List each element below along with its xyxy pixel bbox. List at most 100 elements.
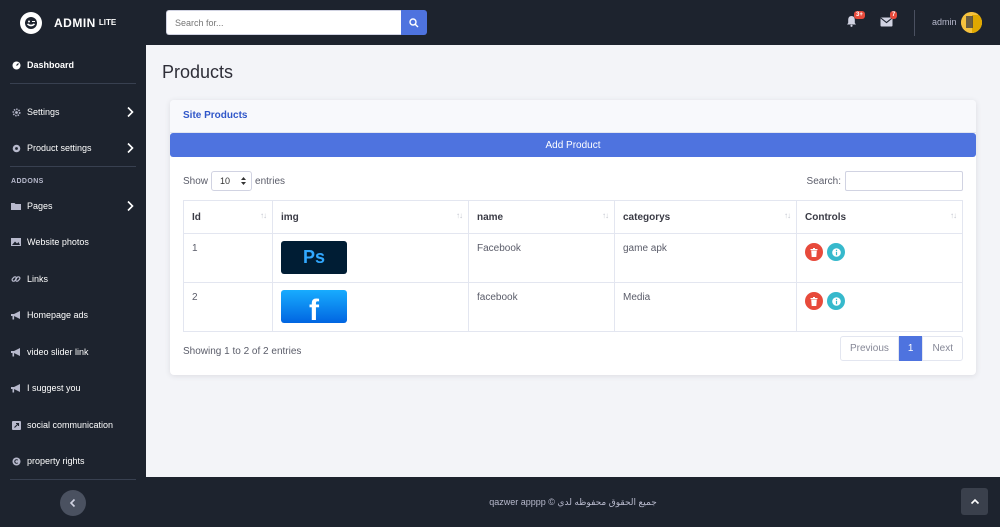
search-label: Search:: [806, 175, 841, 187]
sidebar-item-property-rights[interactable]: property rights: [0, 451, 146, 471]
sidebar-item-label: Settings: [27, 107, 60, 117]
table-info: Showing 1 to 2 of 2 entries: [183, 346, 302, 357]
copyright-icon: [11, 456, 21, 466]
trash-icon: [810, 247, 818, 257]
cell-img: f: [272, 282, 469, 332]
cog-icon: [11, 143, 21, 153]
sidebar-item-label: Product settings: [27, 143, 92, 153]
search-input[interactable]: [166, 10, 401, 35]
sort-icon: ↑↓: [456, 211, 463, 220]
cell-category: game apk: [614, 233, 797, 283]
footer-copyright: qazwer apppp © جميع الحقوق محفوظه لدي: [489, 497, 657, 507]
avatar[interactable]: [961, 12, 982, 33]
cog-icon: [11, 107, 21, 117]
photoshop-logo: Ps: [281, 241, 347, 274]
sidebar-item-label: Website photos: [27, 237, 89, 247]
cell-id: 1: [183, 233, 273, 283]
sidebar-heading-addons: ADDONS: [11, 178, 44, 185]
chevron-left-icon: [69, 498, 76, 508]
sort-caret-icon: [241, 177, 247, 185]
cell-category: Media: [614, 282, 797, 332]
user-name[interactable]: admin: [932, 17, 957, 27]
cell-controls: [796, 282, 963, 332]
sidebar-item-product-settings[interactable]: Product settings: [0, 138, 146, 158]
page-title: Products: [162, 62, 234, 82]
bullhorn-icon: [11, 310, 21, 320]
trash-icon: [810, 296, 818, 306]
table-row: 2 f facebook Media: [183, 282, 963, 332]
info-button[interactable]: [827, 292, 845, 310]
show-label: Show: [183, 175, 209, 187]
info-circle-icon: [831, 296, 841, 306]
sidebar-item-settings[interactable]: Settings: [0, 102, 146, 122]
entries-label: entries: [255, 175, 286, 187]
cell-name: Facebook: [468, 233, 615, 283]
sidebar-item-label: video slider link: [27, 347, 89, 357]
share-square-icon: [11, 420, 21, 430]
topbar: ADMINLITE 3+ 7 admin: [0, 0, 1000, 45]
sidebar-item-label: social communication: [27, 420, 114, 430]
column-header-id[interactable]: Id ↑↓: [183, 200, 273, 234]
products-table: Id ↑↓ img ↑↓ name ↑↓ categorys ↑↓ Controls ↑↓…: [183, 200, 963, 332]
delete-button[interactable]: [805, 243, 823, 261]
delete-button[interactable]: [805, 292, 823, 310]
sidebar-item-label: Dashboard: [27, 60, 75, 70]
sidebar-item-label: Pages: [27, 201, 53, 211]
table-row: 1 Ps Facebook game apk: [183, 233, 963, 283]
bullhorn-icon: [11, 383, 21, 393]
info-circle-icon: [831, 247, 841, 257]
sidebar-item-label: property rights: [27, 456, 85, 466]
cell-name: facebook: [468, 282, 615, 332]
sort-icon: ↑↓: [260, 211, 267, 220]
scroll-to-top-button[interactable]: [961, 488, 988, 515]
sidebar-toggle-button[interactable]: [60, 490, 86, 516]
alerts-badge: 3+: [854, 11, 865, 19]
add-product-button[interactable]: Add Product: [170, 133, 976, 157]
previous-page-button[interactable]: Previous: [839, 336, 899, 361]
link-icon: [11, 274, 21, 284]
info-button[interactable]: [827, 243, 845, 261]
entries-select[interactable]: 10: [211, 171, 253, 191]
sort-icon: ↑↓: [784, 211, 791, 220]
alerts-button[interactable]: 3+: [846, 11, 865, 29]
column-header-controls[interactable]: Controls ↑↓: [796, 200, 963, 234]
column-header-name[interactable]: name ↑↓: [468, 200, 615, 234]
pagination: Previous 1 Next: [839, 336, 963, 361]
column-header-categorys[interactable]: categorys ↑↓: [614, 200, 797, 234]
sidebar-item-social-communication[interactable]: social communication: [0, 415, 146, 435]
table-search-input[interactable]: [845, 171, 963, 191]
entries-length: Show 10 entries: [183, 171, 285, 191]
sidebar-item-dashboard[interactable]: Dashboard: [0, 55, 146, 75]
sort-icon: ↑↓: [950, 211, 957, 220]
sidebar-item-homepage-ads[interactable]: Homepage ads: [0, 305, 146, 325]
chevron-right-icon: [127, 200, 134, 212]
brand-logo-icon: [20, 11, 42, 34]
brand-suffix: LITE: [98, 18, 117, 27]
brand[interactable]: ADMIN LITE: [0, 0, 146, 45]
sidebar-item-website-photos[interactable]: Website photos: [0, 232, 146, 252]
search-icon: [409, 17, 419, 27]
column-header-img[interactable]: img ↑↓: [272, 200, 469, 234]
search-button[interactable]: [401, 10, 427, 35]
sidebar-divider: [10, 166, 136, 167]
page-1-button[interactable]: 1: [898, 336, 923, 361]
sidebar: Dashboard Settings Product settings ADDO…: [0, 45, 146, 527]
topbar-search: [166, 10, 427, 35]
sidebar-item-pages[interactable]: Pages: [0, 196, 146, 216]
messages-button[interactable]: 7: [880, 11, 898, 29]
cell-id: 2: [183, 282, 273, 332]
image-icon: [11, 237, 21, 247]
sidebar-item-i-suggest-you[interactable]: I suggest you: [0, 378, 146, 398]
table-search: Search:: [807, 171, 963, 191]
sidebar-item-label: I suggest you: [27, 383, 81, 393]
sidebar-item-label: Links: [27, 274, 49, 284]
sidebar-divider: [10, 479, 136, 480]
card-header: Site Products: [170, 100, 976, 133]
sidebar-item-links[interactable]: Links: [0, 269, 146, 289]
sidebar-item-label: Homepage ads: [27, 310, 89, 320]
next-page-button[interactable]: Next: [922, 336, 963, 361]
cell-controls: [796, 233, 963, 283]
bullhorn-icon: [11, 347, 21, 357]
footer: qazwer apppp © جميع الحقوق محفوظه لدي: [146, 477, 1000, 527]
sidebar-item-video-slider-link[interactable]: video slider link: [0, 342, 146, 362]
